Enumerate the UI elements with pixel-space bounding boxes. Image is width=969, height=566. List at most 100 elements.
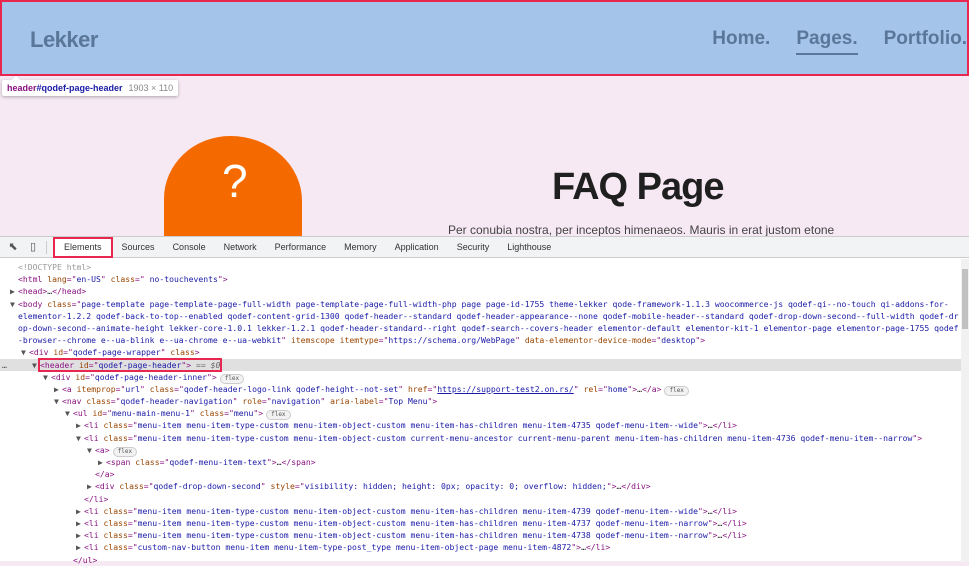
inspect-element-icon[interactable]: ⬉ [6, 240, 20, 254]
scrollbar[interactable] [961, 259, 969, 562]
dom-node-line[interactable]: ▶ <li class="custom-nav-button menu-item … [0, 541, 961, 553]
code-token: href [408, 383, 428, 394]
code-token: class [103, 517, 128, 528]
dom-node-line[interactable]: ▶ <li class="menu-item menu-item-type-cus… [0, 529, 961, 541]
expand-toggle-icon[interactable]: ▼ [65, 407, 73, 419]
node-markup: <span class="qodef-menu-item-text">…</sp… [106, 457, 316, 467]
dom-node-line[interactable]: elementor-1.2.2 qodef-back-to-top--enabl… [0, 310, 961, 322]
dom-node-line[interactable]: <html lang="en-US" class=" no-touchevent… [0, 273, 961, 285]
code-token: https://schema.org/WebPage [388, 335, 516, 346]
code-token: <div [95, 481, 120, 492]
tab-elements[interactable]: Elements [53, 236, 113, 258]
tab-sources[interactable]: Sources [113, 237, 164, 258]
nav-portfolio[interactable]: Portfolio. [884, 28, 967, 55]
code-token: class [170, 347, 195, 358]
code-token: Top Menu [388, 396, 428, 407]
dom-node-line[interactable]: ▼ <nav class="qodef-header-navigation" ro… [0, 395, 961, 407]
tab-network[interactable]: Network [215, 237, 266, 258]
dom-node-line[interactable]: ▶ <li class="menu-item menu-item-type-cus… [0, 517, 961, 529]
expand-toggle-icon[interactable]: ▶ [87, 480, 95, 492]
code-token: <li [84, 517, 104, 528]
dom-node-line[interactable]: </ul> [0, 554, 961, 566]
tab-performance[interactable]: Performance [266, 237, 336, 258]
expand-toggle-icon[interactable]: ▼ [54, 395, 62, 407]
divider [46, 240, 47, 254]
href-link[interactable]: https://support-test2.on.rs/ [437, 384, 573, 394]
dom-node-line[interactable]: op-down-second--animate-height lekker-co… [0, 322, 961, 334]
code-token: page-template page-template-page-full-wi… [81, 298, 949, 309]
dom-node-line[interactable]: … ▼ <header id="qodef-page-header"> == $0 [0, 357, 961, 372]
code-token: "> [181, 359, 192, 370]
code-token: menu-item menu-item-type-custom menu-ite… [137, 420, 699, 431]
expand-toggle-icon[interactable]: ▼ [10, 298, 18, 310]
device-toggle-icon[interactable]: ▯ [26, 240, 40, 254]
code-token: == $0 [191, 359, 221, 370]
dom-node-line[interactable]: </a> [0, 468, 961, 480]
expand-toggle-icon[interactable]: ▶ [76, 529, 84, 541]
expand-toggle-icon[interactable]: ▶ [76, 541, 84, 553]
code-token: " [232, 396, 243, 407]
dom-node-line[interactable]: </li> [0, 493, 961, 505]
more-options-icon[interactable]: … [2, 359, 7, 371]
dom-node-line[interactable]: -browser--chrome e--ua-blink e--ua-chrom… [0, 334, 961, 346]
dom-node-line[interactable]: ▼ <ul id="menu-main-menu-1" class="menu">… [0, 407, 961, 421]
dom-node-line[interactable]: ▶ <span class="qodef-menu-item-text">…</s… [0, 456, 961, 468]
expand-toggle-icon[interactable]: ▶ [76, 419, 84, 431]
site-logo[interactable]: Lekker [30, 27, 98, 53]
tab-console[interactable]: Console [164, 237, 215, 258]
expand-toggle-icon[interactable]: ▼ [32, 359, 40, 371]
code-token: </li> [585, 542, 611, 553]
code-token: =" [110, 396, 121, 407]
node-markup: </ul> [73, 555, 97, 565]
code-token: </li> [712, 505, 738, 516]
expand-toggle-icon[interactable]: ▼ [43, 371, 51, 383]
tab-application[interactable]: Application [386, 237, 448, 258]
code-token: =" [294, 481, 305, 492]
tab-security[interactable]: Security [448, 237, 499, 258]
dom-node-line[interactable]: ▶ <a itemprop="url" class="qodef-header-l… [0, 383, 961, 396]
code-token: class [135, 457, 160, 467]
dom-node-line[interactable]: ▶ <head>…</head> [0, 285, 961, 297]
expand-toggle-icon[interactable]: ▶ [98, 456, 106, 468]
scrollbar-thumb[interactable] [962, 269, 968, 329]
elements-tree[interactable]: <!DOCTYPE html> <html lang="en-US" class=… [0, 261, 961, 566]
code-token: id [78, 359, 89, 370]
dom-node-line[interactable]: ▼ <a> flex [0, 444, 961, 457]
node-markup: <li class="custom-nav-button menu-item m… [84, 542, 610, 552]
code-token: =" [378, 335, 389, 346]
dom-node-line[interactable]: ▶ <li class="menu-item menu-item-type-cus… [0, 419, 961, 431]
dom-node-line[interactable]: ▶ <li class="menu-item menu-item-type-cus… [0, 505, 961, 517]
code-token: "> [571, 542, 582, 553]
expand-toggle-icon[interactable]: ▶ [76, 517, 84, 529]
code-token: en-US [76, 274, 101, 285]
dom-node-line[interactable]: <!DOCTYPE html> [0, 261, 961, 273]
code-token: =" [102, 408, 112, 419]
tab-lighthouse[interactable]: Lighthouse [498, 237, 560, 258]
code-token: <li [84, 505, 104, 516]
dom-node-line[interactable]: ▼ <body class="page-template page-templat… [0, 298, 961, 310]
dom-node-line[interactable]: ▶ <div class="qodef-drop-down-second" sty… [0, 480, 961, 492]
code-token: rel [583, 383, 599, 394]
dom-node-line[interactable]: ▼ <div id="qodef-page-wrapper" class> [0, 346, 961, 358]
nav-pages[interactable]: Pages. [796, 28, 858, 55]
expand-toggle-icon[interactable]: ▼ [76, 432, 84, 444]
code-token: <body [18, 298, 48, 309]
code-token: </span> [281, 457, 316, 467]
code-token: menu-main-menu-1 [112, 408, 190, 419]
code-token: <a> [95, 444, 110, 455]
nav-home[interactable]: Home. [712, 28, 770, 55]
expand-toggle-icon[interactable]: ▼ [87, 444, 95, 456]
dom-node-line[interactable]: ▼ <li class="menu-item menu-item-type-cus… [0, 432, 961, 444]
expand-toggle-icon[interactable]: ▶ [54, 383, 62, 395]
tab-memory[interactable]: Memory [335, 237, 386, 258]
code-token: menu-item menu-item-type-custom menu-ite… [137, 432, 913, 443]
expand-toggle-icon[interactable]: ▶ [76, 505, 84, 517]
expand-toggle-icon[interactable]: ▶ [10, 285, 18, 297]
expand-toggle-icon[interactable]: ▼ [21, 346, 29, 358]
dom-node-line[interactable]: ▼ <div id="qodef-page-header-inner"> flex [0, 371, 961, 384]
